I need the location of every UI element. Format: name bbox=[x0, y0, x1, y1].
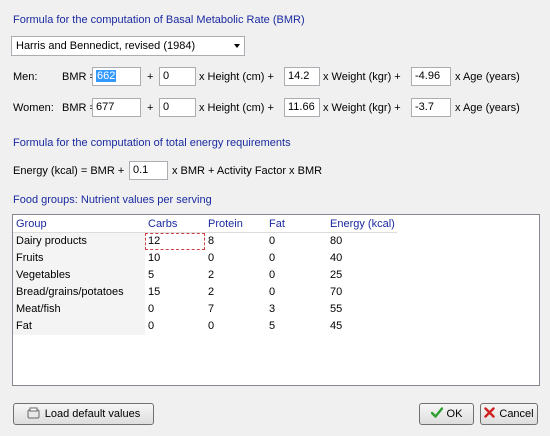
cancel-button[interactable]: Cancel bbox=[480, 403, 538, 425]
women-height-label: x Height (cm) + bbox=[199, 102, 274, 114]
reset-icon bbox=[27, 407, 41, 422]
table-row[interactable]: Bread/grains/potatoes 15 2 0 70 bbox=[13, 284, 397, 301]
women-age-label: x Age (years) bbox=[455, 102, 520, 114]
bmr-section-title: Formula for the computation of Basal Met… bbox=[13, 14, 305, 26]
men-constant-input[interactable]: 662 bbox=[92, 67, 141, 86]
close-icon bbox=[484, 407, 496, 421]
food-table-header: Group Carbs Protein Fat Energy (kcal) bbox=[13, 215, 397, 233]
food-table[interactable]: Group Carbs Protein Fat Energy (kcal) Da… bbox=[12, 214, 540, 386]
cell-energy[interactable]: 45 bbox=[327, 318, 397, 335]
cell-energy[interactable]: 40 bbox=[327, 250, 397, 267]
women-bmr-label: BMR = bbox=[62, 102, 96, 114]
cell-fat[interactable]: 0 bbox=[266, 267, 327, 284]
cell-carbs[interactable]: 15 bbox=[145, 284, 205, 301]
ok-button[interactable]: OK bbox=[419, 403, 474, 425]
load-defaults-label: Load default values bbox=[44, 408, 141, 420]
cell-group: Fat bbox=[13, 318, 145, 335]
cell-protein[interactable]: 0 bbox=[205, 318, 266, 335]
table-row[interactable]: Meat/fish 0 7 3 55 bbox=[13, 301, 397, 318]
energy-formula-suffix: x BMR + Activity Factor x BMR bbox=[172, 165, 323, 177]
women-constant-input[interactable]: 677 bbox=[92, 98, 141, 117]
table-row[interactable]: Fat 0 0 5 45 bbox=[13, 318, 397, 335]
food-section-title: Food groups: Nutrient values per serving bbox=[13, 194, 212, 206]
bmr-formula-select-value: Harris and Bennedict, revised (1984) bbox=[16, 40, 196, 52]
men-height-label: x Height (cm) + bbox=[199, 71, 274, 83]
men-age-label: x Age (years) bbox=[455, 71, 520, 83]
women-height-coef-input[interactable]: 0 bbox=[159, 98, 196, 117]
col-header-protein[interactable]: Protein bbox=[205, 215, 266, 233]
cell-energy[interactable]: 25 bbox=[327, 267, 397, 284]
cell-fat[interactable]: 0 bbox=[266, 233, 327, 250]
cell-energy[interactable]: 55 bbox=[327, 301, 397, 318]
men-height-coef-input[interactable]: 0 bbox=[159, 67, 196, 86]
women-plus-label: + bbox=[147, 102, 154, 114]
energy-section-title: Formula for the computation of total ene… bbox=[13, 137, 291, 149]
men-bmr-label: BMR = bbox=[62, 71, 96, 83]
cell-protein[interactable]: 2 bbox=[205, 284, 266, 301]
table-row[interactable]: Vegetables 5 2 0 25 bbox=[13, 267, 397, 284]
col-header-fat[interactable]: Fat bbox=[266, 215, 327, 233]
cell-protein[interactable]: 7 bbox=[205, 301, 266, 318]
cell-protein[interactable]: 8 bbox=[205, 233, 266, 250]
bmr-formula-select[interactable]: Harris and Bennedict, revised (1984) bbox=[11, 36, 245, 56]
cell-energy[interactable]: 70 bbox=[327, 284, 397, 301]
cell-group: Fruits bbox=[13, 250, 145, 267]
women-label: Women: bbox=[13, 102, 54, 114]
cell-group: Bread/grains/potatoes bbox=[13, 284, 145, 301]
cell-carbs[interactable]: 0 bbox=[145, 318, 205, 335]
cell-protein[interactable]: 0 bbox=[205, 250, 266, 267]
cell-carbs[interactable]: 0 bbox=[145, 301, 205, 318]
table-row[interactable]: Fruits 10 0 0 40 bbox=[13, 250, 397, 267]
cell-carbs[interactable]: 10 bbox=[145, 250, 205, 267]
cell-group: Vegetables bbox=[13, 267, 145, 284]
cell-fat[interactable]: 3 bbox=[266, 301, 327, 318]
men-constant-value: 662 bbox=[96, 70, 117, 82]
chevron-down-icon bbox=[234, 44, 240, 48]
cell-group: Meat/fish bbox=[13, 301, 145, 318]
cell-fat[interactable]: 0 bbox=[266, 284, 327, 301]
men-weight-coef-input[interactable]: 14.2 bbox=[284, 67, 320, 86]
men-label: Men: bbox=[13, 71, 38, 83]
cell-fat[interactable]: 0 bbox=[266, 250, 327, 267]
load-defaults-button[interactable]: Load default values bbox=[13, 403, 154, 425]
men-age-coef-input[interactable]: -4.96 bbox=[411, 67, 451, 86]
cell-group: Dairy products bbox=[13, 233, 145, 250]
col-header-energy[interactable]: Energy (kcal) bbox=[327, 215, 397, 233]
cell-carbs[interactable]: 12 bbox=[145, 233, 205, 250]
table-row[interactable]: Dairy products 12 8 0 80 bbox=[13, 233, 397, 250]
women-age-coef-input[interactable]: -3.7 bbox=[411, 98, 451, 117]
men-plus-label: + bbox=[147, 71, 154, 83]
ok-label: OK bbox=[446, 408, 463, 420]
women-weight-label: x Weight (kgr) + bbox=[323, 102, 401, 114]
energy-coef-input[interactable]: 0.1 bbox=[129, 161, 168, 180]
cell-fat[interactable]: 5 bbox=[266, 318, 327, 335]
women-weight-coef-input[interactable]: 11.66 bbox=[284, 98, 320, 117]
col-header-group[interactable]: Group bbox=[13, 215, 145, 233]
cell-energy[interactable]: 80 bbox=[327, 233, 397, 250]
col-header-carbs[interactable]: Carbs bbox=[145, 215, 205, 233]
cancel-label: Cancel bbox=[499, 408, 534, 420]
men-weight-label: x Weight (kgr) + bbox=[323, 71, 401, 83]
checkmark-icon bbox=[430, 407, 443, 421]
cell-protein[interactable]: 2 bbox=[205, 267, 266, 284]
energy-formula-prefix: Energy (kcal) = BMR + bbox=[13, 165, 125, 177]
cell-carbs[interactable]: 5 bbox=[145, 267, 205, 284]
